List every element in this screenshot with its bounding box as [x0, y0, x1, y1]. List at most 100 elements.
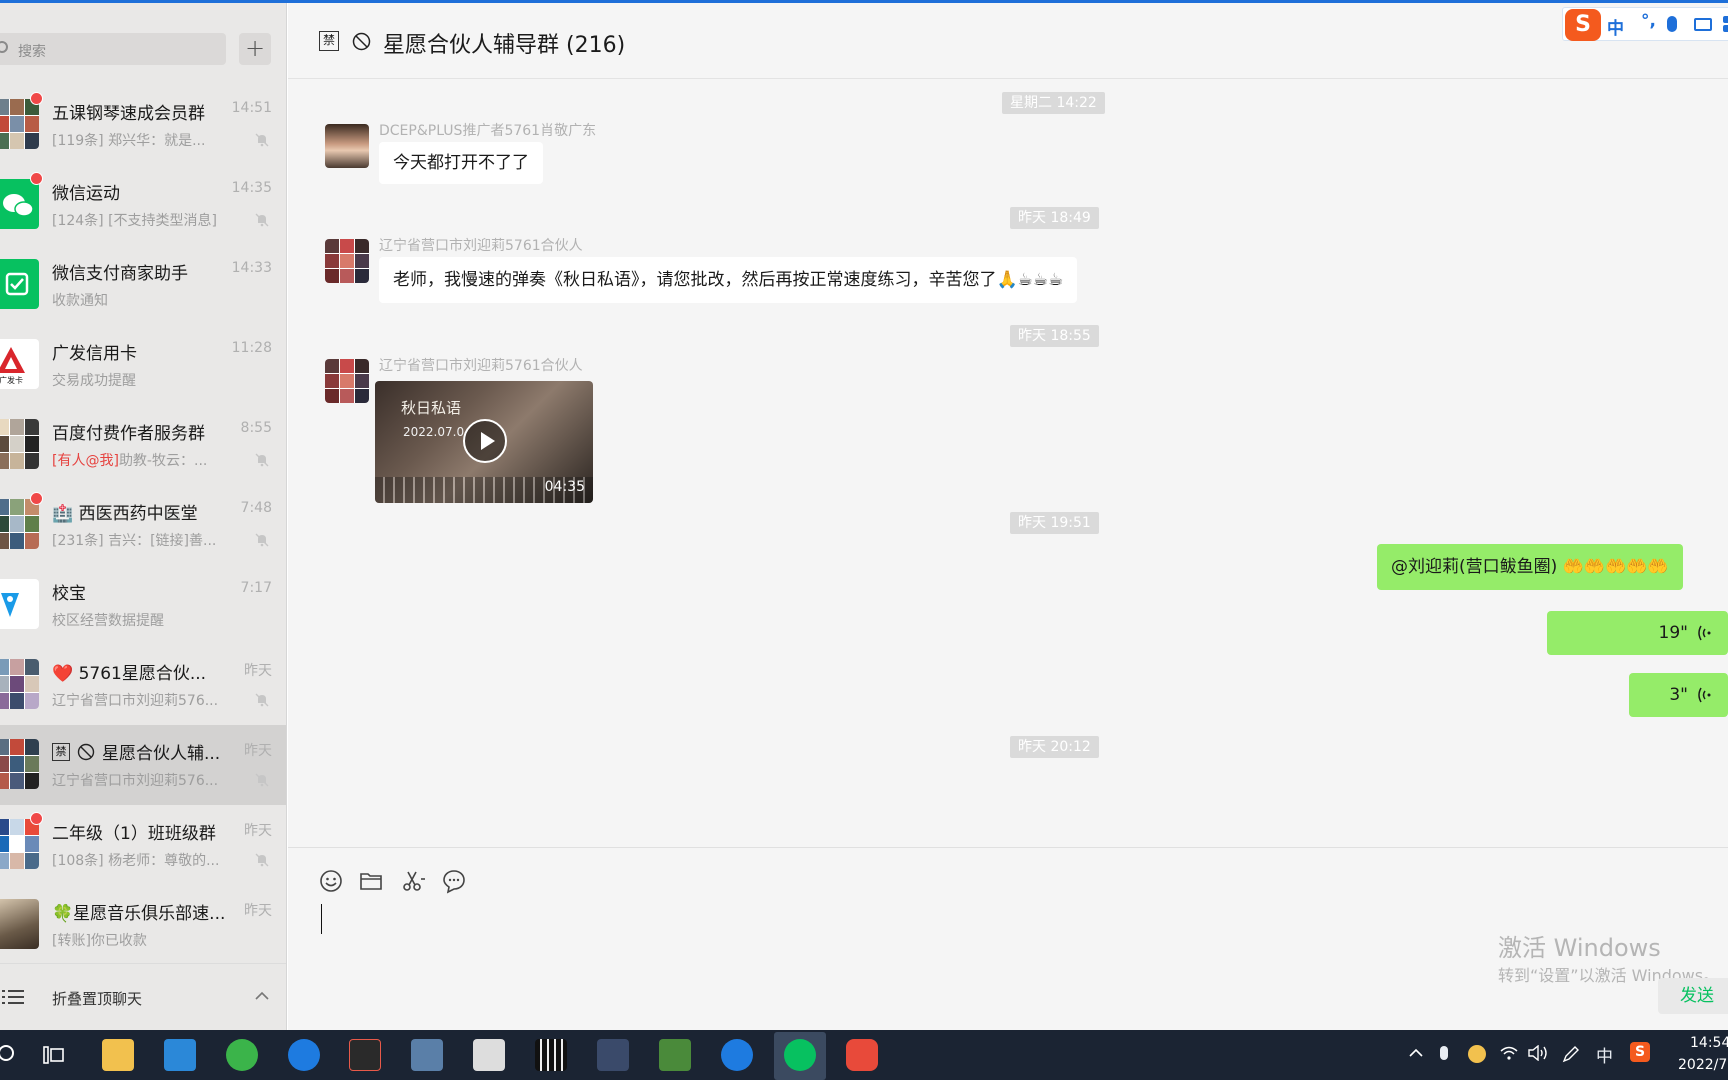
sender-avatar[interactable] — [325, 239, 369, 283]
ime-toolbar[interactable]: S 中 °, — [1562, 7, 1728, 41]
chat-preview: 辽宁省营口市刘迎莉576... — [52, 693, 219, 709]
browser-360-icon[interactable] — [226, 1039, 258, 1071]
chat-name: 广发信用卡 — [52, 344, 137, 364]
chat-list-item[interactable]: 百度付费作者服务群 8:55 [有人@我]助教-牧云：... — [0, 405, 286, 485]
add-chat-button[interactable]: + — [239, 33, 271, 65]
unread-dot — [30, 492, 43, 505]
message-input-area[interactable]: 激活 Windows 转到“设置”以激活 Windows。 发送 — [288, 847, 1728, 1030]
ime-language-toggle[interactable]: 中 — [1607, 14, 1624, 39]
browser-q-icon[interactable] — [288, 1039, 320, 1071]
video-message[interactable]: 秋日私语 2022.07.0 04:35 — [375, 381, 593, 503]
chat-name: 微信运动 — [52, 184, 120, 204]
clock-time[interactable]: 14:54 — [1690, 1035, 1728, 1051]
recorder-app-icon[interactable] — [846, 1039, 878, 1071]
chat-list-item[interactable]: ❤️ 5761星愿合伙... 昨天 辽宁省营口市刘迎莉576... — [0, 645, 286, 725]
sender-avatar[interactable] — [325, 359, 369, 403]
emoji-icon[interactable] — [318, 868, 344, 894]
chat-name: 二年级（1）班班级群 — [52, 824, 216, 844]
file-explorer-icon[interactable] — [102, 1039, 134, 1071]
sender-name: 辽宁省营口市刘迎莉5761合伙人 — [379, 238, 583, 254]
chat-name: 微信支付商家助手 — [52, 264, 188, 284]
chat-list-item[interactable]: 二年级（1）班班级群 昨天 [108条] 杨老师：尊敬的... — [0, 805, 286, 885]
voice-wave-icon — [1698, 687, 1711, 703]
chat-list-item[interactable]: 🍀星愿音乐俱乐部速... 昨天 [转账]你已收款 — [0, 885, 286, 965]
chat-list-item-active[interactable]: 禁 星愿合伙人辅... 昨天 辽宁省营口市刘迎莉576... — [0, 725, 286, 805]
chat-list-item[interactable]: 广发卡 广发信用卡 11:28 交易成功提醒 — [0, 325, 286, 405]
chat-sidebar: 搜索 + 五课钢琴速成会员群 14:51 [119条] 郑兴华：就是... 微信… — [0, 3, 287, 1030]
search-icon[interactable] — [0, 1039, 24, 1071]
chat-time: 14:33 — [231, 260, 272, 276]
sogou-logo-icon[interactable]: S — [1565, 9, 1601, 41]
screenshot-scissors-icon[interactable] — [400, 868, 426, 894]
chat-history-icon[interactable] — [441, 868, 467, 894]
ok-app-icon[interactable] — [349, 1039, 381, 1071]
chevron-up-icon[interactable] — [1408, 1045, 1424, 1061]
wifi-icon[interactable] — [1500, 1045, 1518, 1061]
chat-list-item[interactable]: 微信支付商家助手 14:33 收款通知 — [0, 245, 286, 325]
keyboard-icon[interactable] — [1694, 18, 1712, 31]
timestamp: 昨天 20:12 — [1010, 736, 1099, 758]
task-view-icon[interactable] — [38, 1039, 70, 1071]
search-icon — [0, 41, 8, 53]
chat-name-text: 星愿合伙人辅... — [102, 744, 221, 764]
unread-dot — [30, 172, 43, 185]
sender-avatar[interactable] — [325, 124, 369, 168]
input-language-indicator[interactable]: 中 — [1596, 1042, 1613, 1067]
microphone-icon[interactable] — [1667, 16, 1677, 32]
apps-grid-icon[interactable] — [1723, 16, 1728, 33]
piano-app-icon[interactable] — [535, 1039, 567, 1071]
photo-app-icon[interactable] — [659, 1039, 691, 1071]
no-disturb-icon — [77, 743, 95, 760]
mail-icon[interactable] — [164, 1039, 196, 1071]
wechat-pay-avatar — [0, 259, 39, 309]
send-button[interactable]: 发送 — [1658, 978, 1728, 1014]
fold-pinned-chats[interactable]: 折叠置顶聊天 — [0, 963, 286, 1030]
chat-list-item[interactable]: 微信运动 14:35 [124条] [不支持类型消息] — [0, 165, 286, 245]
chat-list: 五课钢琴速成会员群 14:51 [119条] 郑兴华：就是... 微信运动 14… — [0, 85, 286, 965]
pen-icon[interactable] — [1562, 1045, 1580, 1063]
folder-icon[interactable] — [358, 868, 384, 894]
chat-time: 8:55 — [240, 420, 272, 436]
game-shield-icon[interactable] — [597, 1039, 629, 1071]
outgoing-message-bubble[interactable]: @刘迎莉(营口鲅鱼圈) 🤲🤲🤲🤲🤲 — [1377, 544, 1683, 590]
chat-window: 禁 星愿合伙人辅导群 (216) S 中 °, 星期二 14:22 DCEP&P… — [288, 3, 1728, 1030]
mute-bell-icon — [255, 773, 269, 787]
chat-time: 14:51 — [231, 100, 272, 116]
calculator-icon[interactable] — [411, 1039, 443, 1071]
voice-wave-icon — [1698, 625, 1711, 641]
chat-time: 昨天 — [244, 743, 272, 759]
sogou-tray-icon[interactable]: S — [1630, 1042, 1650, 1062]
chat-time: 昨天 — [244, 823, 272, 839]
group-avatar — [0, 819, 39, 869]
list-icon — [2, 990, 24, 1004]
chat-preview: [231条] 吉兴：[链接]善... — [52, 533, 217, 549]
mention-tag: [有人@我] — [52, 453, 119, 469]
app-notes-icon[interactable] — [473, 1039, 505, 1071]
wechat-taskbar-icon[interactable] — [784, 1039, 816, 1071]
outgoing-voice-message[interactable]: 3" — [1629, 673, 1728, 717]
unread-dot — [30, 92, 43, 105]
chat-list-item[interactable]: 五课钢琴速成会员群 14:51 [119条] 郑兴华：就是... — [0, 85, 286, 165]
fold-label: 折叠置顶聊天 — [52, 990, 143, 1008]
microphone-tray-icon[interactable] — [1440, 1045, 1448, 1064]
chat-time: 7:17 — [240, 580, 272, 596]
volume-icon[interactable] — [1528, 1045, 1548, 1061]
voice-duration: 3" — [1669, 685, 1688, 705]
message-bubble[interactable]: 老师，我慢速的弹奏《秋日私语》，请您批改，然后再按正常速度练习，辛苦您了🙏☕☕☕ — [379, 257, 1078, 303]
chat-time: 昨天 — [244, 903, 272, 919]
ime-punctuation-toggle[interactable]: °, — [1641, 11, 1656, 31]
chat-title[interactable]: 星愿合伙人辅导群 (216) — [383, 27, 625, 59]
outgoing-voice-message[interactable]: 19" — [1547, 611, 1728, 655]
message-bubble[interactable]: 今天都打开不了了 — [379, 142, 543, 184]
clock-date[interactable]: 2022/7 — [1678, 1057, 1727, 1073]
chat-list-item[interactable]: 校宝 7:17 校区经营数据提醒 — [0, 565, 286, 645]
banned-label: 禁 — [319, 31, 339, 51]
group-avatar — [0, 99, 39, 149]
chat-list-item[interactable]: 🏥 西医西药中医堂 7:48 [231条] 吉兴：[链接]善... — [0, 485, 286, 565]
preview-text: 助教-牧云：... — [118, 453, 208, 469]
browser-q2-icon[interactable] — [721, 1039, 753, 1071]
360-tray-icon[interactable] — [1468, 1045, 1486, 1063]
sender-name: 辽宁省营口市刘迎莉5761合伙人 — [379, 358, 583, 374]
play-icon[interactable] — [463, 419, 507, 463]
search-input[interactable]: 搜索 — [0, 33, 226, 65]
